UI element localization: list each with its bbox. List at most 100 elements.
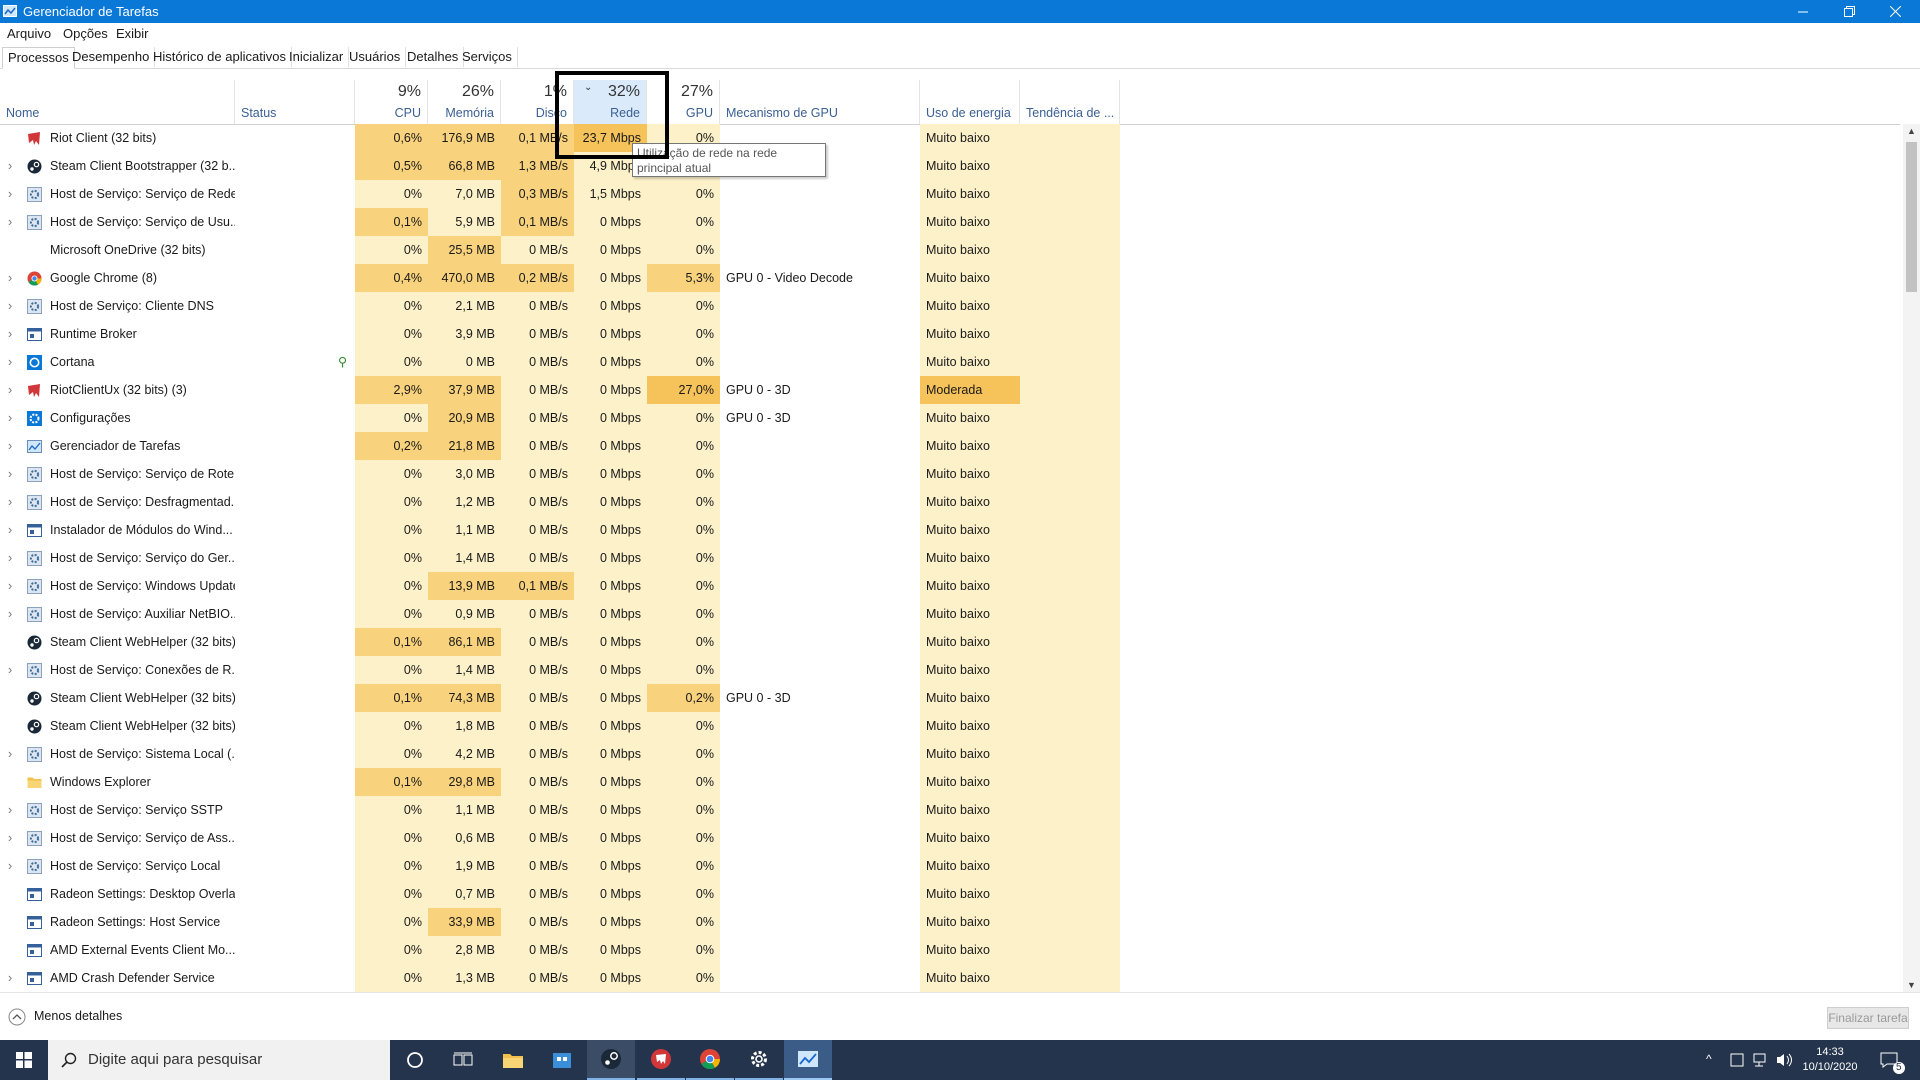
expand-chevron-icon[interactable]: ›: [8, 432, 18, 460]
process-row[interactable]: › Gerenciador de Tarefas 0,2% 21,8 MB 0 MB/s…: [0, 432, 1900, 460]
process-row[interactable]: › Host de Serviço: Serviço de Usu... 0,1% 5…: [0, 208, 1900, 236]
taskbar-chrome[interactable]: [686, 1040, 734, 1080]
expand-chevron-icon[interactable]: ›: [8, 824, 18, 852]
process-row[interactable]: › Host de Serviço: Desfragmentad... 0% 1,2 …: [0, 488, 1900, 516]
expand-chevron-icon[interactable]: ›: [8, 460, 18, 488]
tab-processos[interactable]: Processos: [2, 47, 75, 69]
scroll-thumb[interactable]: [1906, 142, 1917, 292]
expand-chevron-icon[interactable]: ›: [8, 544, 18, 572]
taskbar-file-explorer[interactable]: [489, 1040, 537, 1080]
process-row[interactable]: › Host de Serviço: Sistema Local (... 0% 4,…: [0, 740, 1900, 768]
disk-value: 0 MB/s: [529, 887, 568, 901]
process-row[interactable]: Radeon Settings: Host Service 0% 33,9 MB 0 …: [0, 908, 1900, 936]
task-view-button[interactable]: [439, 1040, 487, 1080]
menu-arquivo[interactable]: Arquivo: [7, 26, 51, 41]
expand-chevron-icon[interactable]: ›: [8, 488, 18, 516]
header-power-trend[interactable]: Tendência de ...: [1020, 80, 1120, 124]
close-button[interactable]: [1872, 0, 1918, 23]
process-row[interactable]: Windows Explorer 0,1% 29,8 MB 0 MB/s 0 Mbps 0…: [0, 768, 1900, 796]
vertical-scrollbar[interactable]: ▲ ▼: [1903, 124, 1920, 992]
expand-chevron-icon[interactable]: ›: [8, 208, 18, 236]
header-memory[interactable]: 26% Memória: [428, 80, 501, 124]
header-gpu-engine[interactable]: Mecanismo de GPU: [720, 80, 920, 124]
menu-opcoes[interactable]: Opções: [63, 26, 108, 41]
process-row[interactable]: › Cortana ⚲ 0% 0 MB 0 MB/s 0 Mbps 0% Muito baixo: [0, 348, 1900, 376]
taskbar-riot[interactable]: [637, 1040, 685, 1080]
end-task-button[interactable]: Finalizar tarefa: [1827, 1007, 1909, 1029]
tablet-icon[interactable]: [1730, 1053, 1744, 1067]
taskbar-settings[interactable]: [735, 1040, 783, 1080]
expand-chevron-icon[interactable]: ›: [8, 572, 18, 600]
less-details-link[interactable]: Menos detalhes: [34, 1009, 122, 1023]
expand-chevron-icon[interactable]: ›: [8, 348, 18, 376]
process-row[interactable]: › Runtime Broker 0% 3,9 MB 0 MB/s 0 Mbps 0% Mui…: [0, 320, 1900, 348]
start-button[interactable]: [0, 1040, 48, 1080]
process-row[interactable]: › RiotClientUx (32 bits) (3) 2,9% 37,9 MB 0 …: [0, 376, 1900, 404]
process-row[interactable]: Steam Client WebHelper (32 bits) 0,1% 86,1…: [0, 628, 1900, 656]
header-cpu[interactable]: 9% CPU: [355, 80, 428, 124]
process-row[interactable]: AMD External Events Client Mo... 0% 2,8 MB…: [0, 936, 1900, 964]
tab-detalhes[interactable]: Detalhes: [402, 47, 465, 67]
process-row[interactable]: › Host de Serviço: Serviço do Ger... 0% 1,4…: [0, 544, 1900, 572]
process-row[interactable]: › Configurações 0% 20,9 MB 0 MB/s 0 Mbps 0% GPU…: [0, 404, 1900, 432]
process-row[interactable]: › Host de Serviço: Windows Update 0% 13,9 M…: [0, 572, 1900, 600]
process-row[interactable]: Riot Client (32 bits) 0,6% 176,9 MB 0,1 MB/…: [0, 124, 1900, 152]
process-row[interactable]: › Google Chrome (8) 0,4% 470,0 MB 0,2 MB/s 0 …: [0, 264, 1900, 292]
expand-chevron-icon[interactable]: ›: [8, 376, 18, 404]
expand-chevron-icon[interactable]: ›: [8, 180, 18, 208]
header-power[interactable]: Uso de energia: [920, 80, 1020, 124]
minimize-button[interactable]: [1780, 0, 1826, 23]
process-row[interactable]: › Instalador de Módulos do Wind... 0% 1,1 M…: [0, 516, 1900, 544]
expand-chevron-icon[interactable]: ›: [8, 404, 18, 432]
chevron-up-circle-icon[interactable]: [8, 1008, 26, 1026]
process-row[interactable]: › Host de Serviço: Auxiliar NetBIO... 0% 0,…: [0, 600, 1900, 628]
process-row[interactable]: › Host de Serviço: Serviço de Ass... 0% 0,6…: [0, 824, 1900, 852]
menu-exibir[interactable]: Exibir: [116, 26, 149, 41]
process-row[interactable]: › Host de Serviço: Serviço Local 0% 1,9 MB 0…: [0, 852, 1900, 880]
expand-chevron-icon[interactable]: ›: [8, 264, 18, 292]
memory-value: 0,7 MB: [455, 887, 495, 901]
process-row[interactable]: › Steam Client Bootstrapper (32 b... 0,5% 6…: [0, 152, 1900, 180]
taskbar-search[interactable]: Digite aqui para pesquisar: [48, 1040, 390, 1080]
expand-chevron-icon[interactable]: ›: [8, 152, 18, 180]
cortana-button[interactable]: [391, 1040, 439, 1080]
taskbar-task-manager[interactable]: [784, 1040, 832, 1080]
expand-chevron-icon[interactable]: ›: [8, 320, 18, 348]
tab-desempenho[interactable]: Desempenho: [67, 47, 156, 67]
network-icon[interactable]: [1752, 1052, 1770, 1068]
process-row[interactable]: › Host de Serviço: Serviço de Rote... 0% 3,…: [0, 460, 1900, 488]
expand-chevron-icon[interactable]: ›: [8, 656, 18, 684]
expand-chevron-icon[interactable]: ›: [8, 964, 18, 992]
restore-button[interactable]: [1826, 0, 1872, 23]
process-row[interactable]: Steam Client WebHelper (32 bits) 0% 1,8 MB…: [0, 712, 1900, 740]
expand-chevron-icon[interactable]: ›: [8, 796, 18, 824]
header-name[interactable]: Nome: [0, 80, 235, 124]
process-row[interactable]: › AMD Crash Defender Service 0% 1,3 MB 0 MB/…: [0, 964, 1900, 992]
process-name: Configurações: [50, 411, 131, 425]
taskbar-steam[interactable]: [587, 1040, 635, 1080]
process-row[interactable]: › Host de Serviço: Serviço de Rede 0% 7,0 M…: [0, 180, 1900, 208]
expand-chevron-icon[interactable]: ›: [8, 740, 18, 768]
disk-value: 0 MB/s: [529, 327, 568, 341]
tab-historico[interactable]: Histórico de aplicativos: [148, 47, 292, 67]
show-hidden-icons[interactable]: ^: [1706, 1052, 1712, 1066]
process-row[interactable]: Microsoft OneDrive (32 bits) 0% 25,5 MB 0 M…: [0, 236, 1900, 264]
process-row[interactable]: › Host de Serviço: Conexões de R... 0% 1,4 …: [0, 656, 1900, 684]
scroll-up-icon[interactable]: ▲: [1907, 126, 1916, 136]
process-row[interactable]: › Host de Serviço: Cliente DNS 0% 2,1 MB 0 M…: [0, 292, 1900, 320]
tab-usuarios[interactable]: Usuários: [344, 47, 407, 67]
expand-chevron-icon[interactable]: ›: [8, 852, 18, 880]
tab-servicos[interactable]: Serviços: [457, 47, 518, 67]
expand-chevron-icon[interactable]: ›: [8, 292, 18, 320]
volume-icon[interactable]: [1776, 1052, 1794, 1068]
expand-chevron-icon[interactable]: ›: [8, 600, 18, 628]
scroll-down-icon[interactable]: ▼: [1907, 980, 1916, 990]
tab-inicializar[interactable]: Inicializar: [284, 47, 350, 67]
clock[interactable]: 14:33 10/10/2020: [1800, 1045, 1860, 1075]
process-row[interactable]: Steam Client WebHelper (32 bits) 0,1% 74,3…: [0, 684, 1900, 712]
expand-chevron-icon[interactable]: ›: [8, 516, 18, 544]
taskbar-store[interactable]: [538, 1040, 586, 1080]
header-status[interactable]: Status: [235, 80, 355, 124]
process-row[interactable]: › Host de Serviço: Serviço SSTP 0% 1,1 MB 0 …: [0, 796, 1900, 824]
process-row[interactable]: Radeon Settings: Desktop Overlay 0% 0,7 MB…: [0, 880, 1900, 908]
